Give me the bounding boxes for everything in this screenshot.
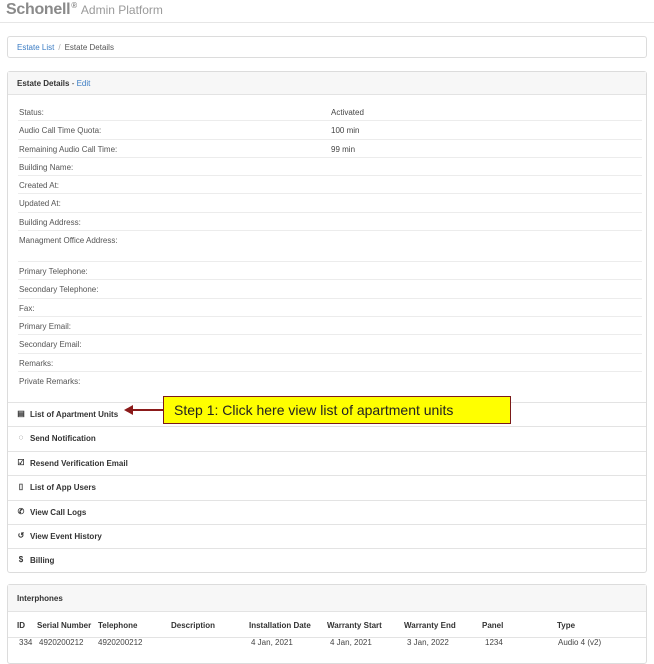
table-cell: 4 Jan, 2021 [251, 638, 293, 647]
brand-mark: ® [71, 1, 77, 10]
detail-label: Managment Office Address: [19, 236, 118, 246]
check-square-icon: ☑ [17, 457, 25, 467]
edit-link[interactable]: Edit [77, 79, 91, 88]
action-label: List of App Users [30, 483, 96, 493]
detail-row: Fax: [18, 299, 642, 317]
detail-label: Secondary Email: [19, 340, 82, 350]
action-resend-verification-email[interactable]: ☑ Resend Verification Email [8, 450, 646, 475]
platform-name: Admin Platform [80, 3, 163, 17]
detail-label: Audio Call Time Quota: [19, 126, 102, 136]
action-label: Send Notification [30, 434, 96, 444]
detail-label: Building Name: [19, 162, 74, 172]
interphones-header: Interphones [8, 585, 646, 612]
top-bar: Schonell® Admin Platform [0, 0, 654, 23]
action-label: List of Apartment Units [30, 410, 119, 419]
detail-row: Remarks: [18, 354, 642, 372]
detail-row: Remaining Audio Call Time: 99 min [18, 140, 642, 158]
detail-value: 100 min [331, 126, 360, 136]
column-header[interactable]: ID [17, 621, 25, 630]
action-label: Resend Verification Email [30, 458, 128, 468]
column-header[interactable]: Serial Number [37, 621, 91, 630]
detail-row: Private Remarks: [18, 372, 642, 390]
table-cell: 4920200212 [39, 638, 84, 647]
column-header[interactable]: Description [171, 621, 215, 630]
detail-label: Status: [19, 108, 44, 117]
table-row[interactable]: 334 4920200212 4920200212 4 Jan, 2021 4 Jan,… [8, 637, 646, 647]
detail-row: Created At: [18, 176, 642, 195]
callout-arrow-line [132, 409, 164, 411]
column-header[interactable]: Warranty End [404, 621, 456, 630]
estate-details-header: Estate Details - Edit [8, 72, 646, 95]
brand-logo[interactable]: Schonell® Admin Platform [6, 1, 163, 19]
action-label: View Event History [30, 531, 102, 541]
column-header[interactable]: Panel [482, 621, 503, 630]
table-cell: 1234 [485, 638, 503, 647]
detail-value: 99 min [331, 144, 356, 154]
table-cell: 3 Jan, 2022 [407, 638, 449, 647]
estate-details-title: Estate Details [17, 79, 70, 88]
column-header[interactable]: Warranty Start [327, 621, 382, 630]
action-label: View Call Logs [30, 507, 87, 517]
brand-name: Schonell [6, 1, 71, 18]
estate-details-panel: Estate Details - Edit Status: Activated Au… [7, 71, 647, 573]
callout-arrow-head [124, 405, 133, 415]
detail-label: Remarks: [19, 358, 54, 368]
table-cell: 334 [19, 638, 33, 647]
column-header[interactable]: Installation Date [249, 621, 311, 630]
detail-row: Primary Email: [18, 317, 642, 336]
action-list: ▤ List of Apartment Units ◌ Send Notificati… [8, 402, 646, 573]
detail-row: Building Name: [18, 158, 642, 177]
history-icon: ↺ [17, 530, 25, 540]
action-label: Billing [30, 556, 55, 566]
title-dash: - [69, 79, 77, 88]
detail-row: Secondary Email: [18, 335, 642, 354]
table-cell: Audio 4 (v2) [558, 638, 602, 647]
breadcrumb-estate-list[interactable]: Estate List [17, 43, 54, 52]
column-header[interactable]: Type [557, 621, 575, 630]
detail-label: Private Remarks: [19, 376, 81, 386]
detail-label: Building Address: [19, 217, 81, 227]
table-cell: 4920200212 [98, 638, 143, 647]
action-billing[interactable]: $ Billing [8, 548, 646, 572]
detail-label: Created At: [19, 181, 60, 191]
breadcrumb-separator: / [58, 43, 61, 52]
detail-label: Primary Email: [19, 321, 72, 331]
detail-label: Secondary Telephone: [19, 285, 99, 295]
detail-row: Managment Office Address: [18, 231, 642, 263]
detail-label: Fax: [19, 303, 35, 313]
detail-row: Primary Telephone: [18, 262, 642, 281]
interphones-panel: Interphones ID Serial Number Telephone Desc… [7, 584, 647, 664]
detail-value: Activated [331, 108, 364, 117]
detail-row: Audio Call Time Quota: 100 min [18, 121, 642, 140]
column-header[interactable]: Telephone [98, 621, 137, 630]
id-card-icon: ▤ [17, 409, 25, 418]
breadcrumb: Estate List / Estate Details [7, 36, 647, 58]
breadcrumb-current: Estate Details [64, 43, 114, 52]
step-callout: Step 1: Click here view list of apartmen… [163, 396, 511, 424]
mobile-icon: ▯ [18, 482, 24, 492]
phone-icon: ✆ [17, 506, 25, 516]
table-cell: 4 Jan, 2021 [330, 638, 372, 647]
action-list-of-app-users[interactable]: ▯ List of App Users [8, 475, 646, 499]
detail-row: Status: Activated [18, 103, 642, 122]
detail-row: Building Address: [18, 213, 642, 232]
detail-label: Updated At: [19, 199, 61, 209]
detail-label: Remaining Audio Call Time: [19, 144, 118, 154]
action-view-call-logs[interactable]: ✆ View Call Logs [8, 499, 646, 524]
detail-row: Updated At: [18, 194, 642, 213]
action-view-event-history[interactable]: ↺ View Event History [8, 523, 646, 548]
comment-icon: ◌ [18, 433, 24, 443]
dollar-icon: $ [18, 555, 24, 565]
detail-row: Secondary Telephone: [18, 280, 642, 299]
action-send-notification[interactable]: ◌ Send Notification [8, 426, 646, 450]
detail-label: Primary Telephone: [19, 267, 88, 277]
details-list: Status: Activated Audio Call Time Quota: 10… [18, 103, 642, 390]
